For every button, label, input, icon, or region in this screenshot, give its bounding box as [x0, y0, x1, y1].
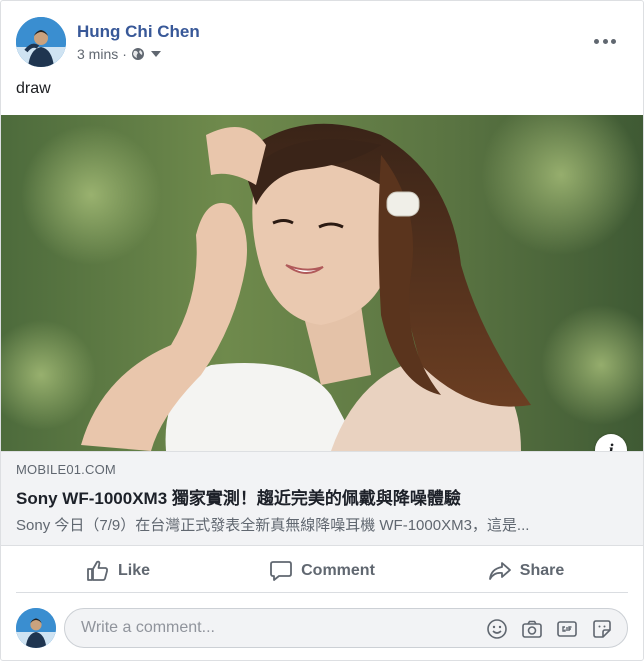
comment-icon — [270, 560, 293, 581]
feed-post: Hung Chi Chen 3 mins · draw i MOBILE01.C… — [0, 0, 644, 661]
post-actions: Like Comment Share — [16, 549, 628, 593]
like-label: Like — [117, 561, 150, 579]
share-button[interactable]: Share — [424, 549, 628, 592]
author-name[interactable]: Hung Chi Chen — [77, 22, 200, 42]
chevron-down-icon[interactable] — [150, 51, 161, 57]
meta-separator: · — [122, 46, 127, 62]
link-title[interactable]: Sony WF-1000XM3 獨家實測！趨近完美的佩戴與降噪體驗 — [16, 484, 628, 509]
post-message: draw — [16, 80, 51, 97]
globe-icon[interactable] — [131, 47, 145, 61]
comment-label: Comment — [301, 561, 375, 579]
link-preview-image[interactable]: i — [1, 115, 643, 451]
comment-input-box[interactable] — [64, 608, 628, 648]
post-meta: 3 mins · — [77, 46, 161, 62]
share-icon — [488, 561, 511, 580]
comment-button[interactable]: Comment — [220, 549, 424, 592]
emoji-icon[interactable] — [486, 618, 508, 640]
thumbs-up-icon — [87, 560, 108, 581]
comment-composer — [16, 607, 628, 649]
author-avatar[interactable] — [16, 17, 66, 67]
camera-icon[interactable] — [521, 618, 543, 640]
avatar[interactable] — [16, 608, 56, 648]
share-label: Share — [519, 561, 565, 579]
link-preview-text[interactable]: MOBILE01.COM Sony WF-1000XM3 獨家實測！趨近完美的佩… — [1, 451, 643, 546]
comment-input[interactable] — [81, 609, 451, 647]
like-button[interactable]: Like — [16, 549, 220, 592]
post-header: Hung Chi Chen 3 mins · — [16, 17, 628, 67]
link-domain: MOBILE01.COM — [16, 462, 116, 477]
post-timestamp[interactable]: 3 mins — [77, 46, 118, 62]
composer-icons — [486, 618, 613, 640]
sticker-icon[interactable] — [591, 618, 613, 640]
link-description: Sony 今日（7/9）在台灣正式發表全新真無線降噪耳機 WF-1000XM3，… — [16, 517, 530, 534]
gif-icon[interactable] — [556, 618, 578, 640]
more-options-icon[interactable] — [594, 37, 616, 45]
